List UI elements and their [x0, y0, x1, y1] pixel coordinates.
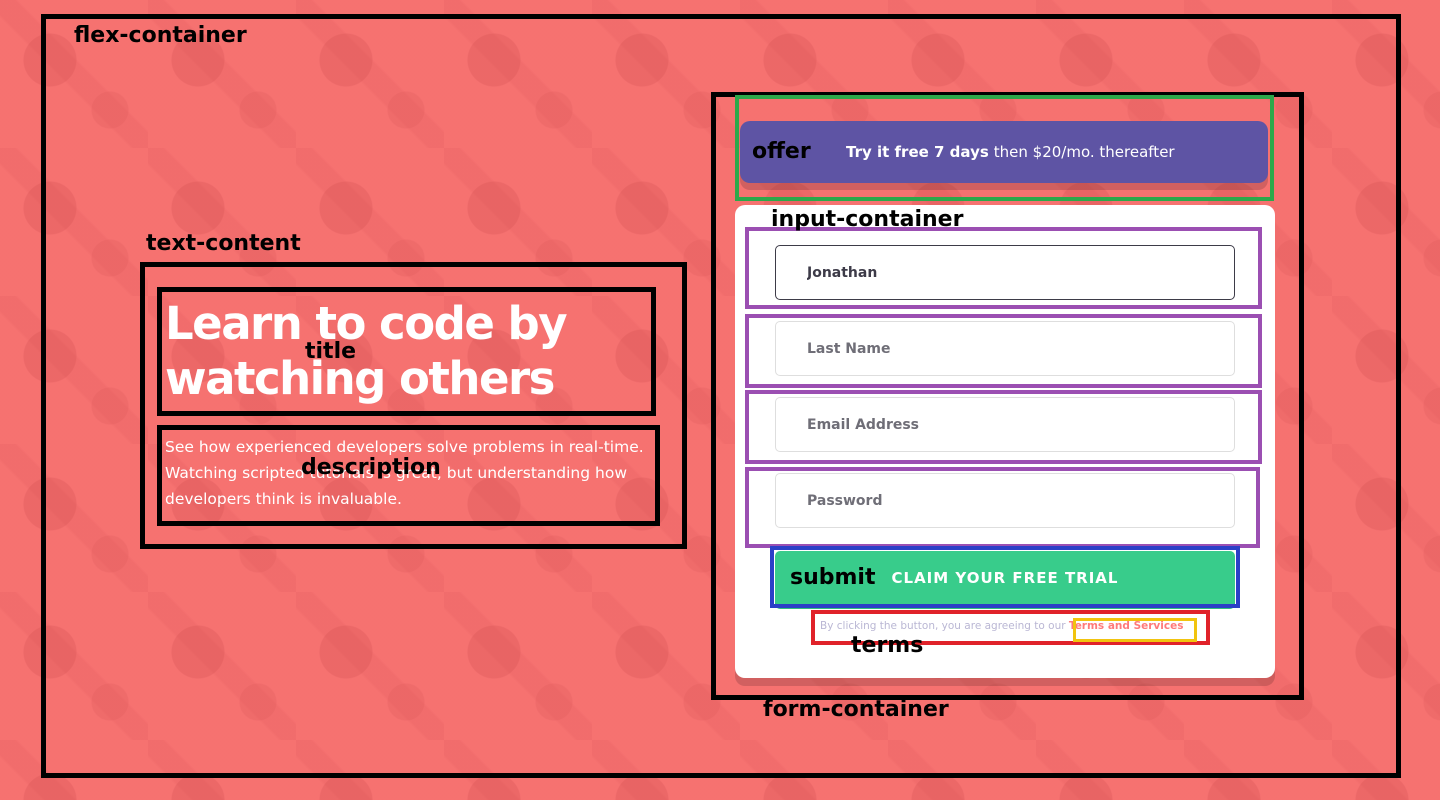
label-description: description: [301, 455, 441, 480]
terms-link[interactable]: Terms and Services: [1069, 620, 1184, 632]
label-offer: offer: [752, 139, 811, 164]
email-input[interactable]: [775, 397, 1235, 452]
terms-text: By clicking the button, you are agreeing…: [820, 620, 1183, 632]
label-input-container: input-container: [771, 207, 964, 232]
label-form-container: form-container: [763, 697, 949, 722]
last-name-input[interactable]: [775, 321, 1235, 376]
label-submit: submit: [790, 565, 876, 590]
hero-title: Learn to code by watching others: [165, 297, 568, 405]
first-name-input[interactable]: [775, 245, 1235, 300]
password-input[interactable]: [775, 473, 1235, 528]
label-title: title: [305, 339, 357, 364]
label-terms: terms: [851, 633, 924, 658]
label-text-content: text-content: [146, 231, 301, 256]
offer-banner: Try it free 7 days then $20/mo. thereaft…: [740, 121, 1268, 183]
offer-rest-text: then $20/mo. thereafter: [993, 143, 1175, 161]
offer-bold-text: Try it free 7 days: [846, 143, 989, 161]
terms-prefix: By clicking the button, you are agreeing…: [820, 620, 1066, 632]
label-flex-container: flex-container: [74, 23, 247, 48]
